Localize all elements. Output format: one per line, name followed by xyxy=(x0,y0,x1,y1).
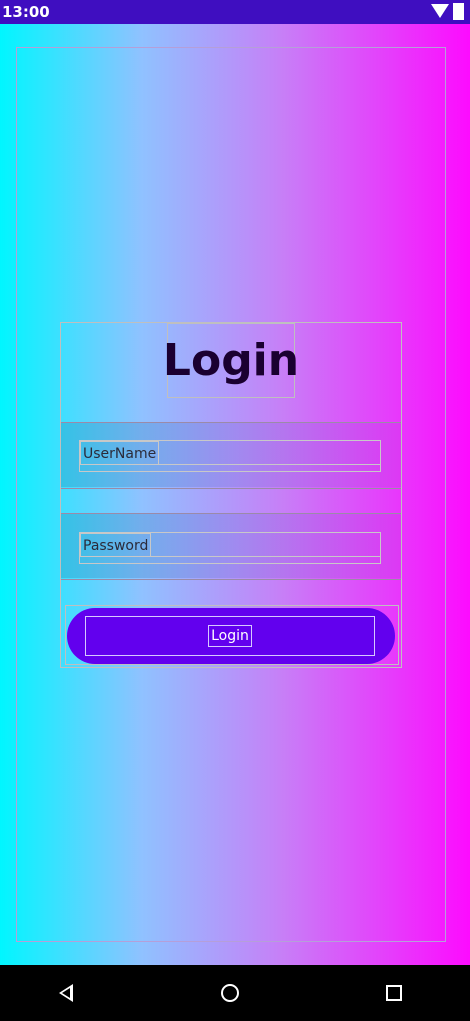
recents-icon xyxy=(386,985,402,1001)
password-input[interactable]: Password xyxy=(79,532,381,564)
username-row: UserName xyxy=(61,423,401,487)
login-button-inner: Login xyxy=(85,616,375,656)
nav-back-button[interactable] xyxy=(36,965,96,1021)
divider xyxy=(61,488,401,489)
nav-home-button[interactable] xyxy=(200,965,260,1021)
password-placeholder: Password xyxy=(80,533,152,557)
navigation-bar xyxy=(0,965,470,1021)
battery-icon xyxy=(453,2,464,20)
nav-recents-button[interactable] xyxy=(364,965,424,1021)
login-button[interactable]: Login xyxy=(67,608,395,664)
status-time: 13:00 xyxy=(2,3,50,21)
wifi-icon xyxy=(431,4,449,18)
password-row: Password xyxy=(61,514,401,578)
button-row: Login xyxy=(65,605,399,665)
username-placeholder: UserName xyxy=(80,441,160,465)
home-icon xyxy=(221,984,239,1002)
status-bar: 13:00 xyxy=(0,0,470,24)
login-button-label: Login xyxy=(208,625,252,647)
app-screen: Login UserName Password Login xyxy=(0,24,470,965)
back-icon xyxy=(59,984,73,1002)
divider xyxy=(61,579,401,580)
input-underline xyxy=(80,556,380,557)
input-underline xyxy=(80,464,380,465)
login-form: Login UserName Password Login xyxy=(60,322,402,668)
username-input[interactable]: UserName xyxy=(79,440,381,472)
status-icons xyxy=(431,2,464,20)
title-box: Login xyxy=(162,323,300,398)
page-title: Login xyxy=(162,335,300,386)
